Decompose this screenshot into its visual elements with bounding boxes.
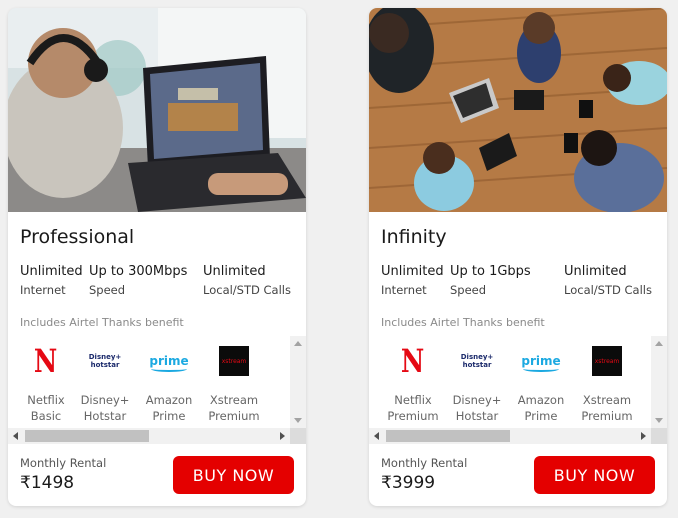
spec-label: Speed	[450, 283, 487, 297]
ott-name: Amazon Prime	[145, 393, 193, 423]
ott-item-hotstar[interactable]: Disney+ hotstar Disney+ Hotstar	[445, 336, 509, 428]
monthly-rental-label: Monthly Rental	[20, 456, 107, 470]
amazon-prime-icon: prime	[149, 346, 189, 376]
plan-image-gaming	[8, 8, 306, 212]
ott-name: Disney+ Hotstar	[80, 393, 130, 423]
disney-hotstar-icon: Disney+ hotstar	[460, 346, 494, 376]
prime-logo-text: prime	[521, 354, 561, 372]
ott-name: Amazon Prime	[517, 393, 565, 423]
plan-card-professional: Professional Unlimited Internet Up to 30…	[8, 8, 306, 506]
spec-label: Local/STD Calls	[203, 283, 291, 297]
scroll-right-arrow-icon[interactable]	[280, 432, 285, 440]
ott-list: N Netflix Premium Disney+ hotstar Disney…	[369, 336, 651, 428]
ott-name: Disney+ Hotstar	[452, 393, 502, 423]
buy-now-button[interactable]: BUY NOW	[534, 456, 655, 494]
spec-value: Up to 1Gbps	[450, 264, 531, 279]
scroll-down-arrow-icon[interactable]	[655, 418, 663, 423]
vertical-scrollbar[interactable]	[290, 336, 306, 428]
prime-logo-text: prime	[149, 354, 189, 372]
spec-speed: Up to 1Gbps Speed	[450, 264, 531, 297]
ott-item-xstream[interactable]: xstream Xstream Premium	[575, 336, 639, 428]
vertical-scrollbar[interactable]	[651, 336, 667, 428]
spec-calls: Unlimited Local/STD Calls	[564, 264, 652, 297]
xstream-logo-text: xstream	[221, 357, 247, 365]
ott-item-netflix[interactable]: N Netflix Premium	[381, 336, 445, 428]
horizontal-scrollbar[interactable]	[369, 428, 651, 444]
plan-title: Professional	[20, 226, 135, 248]
spec-value: Unlimited	[381, 264, 444, 279]
amazon-prime-icon: prime	[521, 346, 561, 376]
ott-item-prime[interactable]: prime Amazon Prime	[137, 336, 201, 428]
monthly-rental-label: Monthly Rental	[381, 456, 468, 470]
scroll-left-arrow-icon[interactable]	[13, 432, 18, 440]
buy-now-button[interactable]: BUY NOW	[173, 456, 294, 494]
ott-item-prime[interactable]: prime Amazon Prime	[509, 336, 573, 428]
ott-name: Netflix Premium	[387, 393, 439, 423]
ott-list: N Netflix Basic Disney+ hotstar Disney+ …	[8, 336, 290, 428]
netflix-icon: N	[398, 342, 428, 380]
spec-label: Local/STD Calls	[564, 283, 652, 297]
spec-label: Internet	[20, 283, 66, 297]
plan-card-infinity: Infinity Unlimited Internet Up to 1Gbps …	[369, 8, 667, 506]
disney-hotstar-icon: Disney+ hotstar	[88, 346, 122, 376]
spec-value: Unlimited	[20, 264, 83, 279]
spec-value: Up to 300Mbps	[89, 264, 188, 279]
ott-name: Netflix Basic	[27, 393, 65, 423]
spec-value: Unlimited	[203, 264, 266, 279]
spec-label: Speed	[89, 283, 126, 297]
netflix-logo-text: N	[401, 342, 425, 380]
airtel-thanks-text: Includes Airtel Thanks benefit	[381, 316, 545, 329]
netflix-icon: N	[31, 342, 61, 380]
plan-price: ₹3999	[381, 473, 436, 493]
hotstar-logo-text: Disney+ hotstar	[88, 353, 122, 369]
ott-item-hotstar[interactable]: Disney+ hotstar Disney+ Hotstar	[73, 336, 137, 428]
ott-name: Xstream Premium	[581, 393, 633, 423]
ott-name: Xstream Premium	[208, 393, 260, 423]
horizontal-scrollbar[interactable]	[8, 428, 290, 444]
xstream-icon: xstream	[592, 346, 622, 376]
plan-image-family	[369, 8, 667, 212]
scroll-up-arrow-icon[interactable]	[655, 341, 663, 346]
spec-value: Unlimited	[564, 264, 627, 279]
ott-benefits-scroller[interactable]: N Netflix Basic Disney+ hotstar Disney+ …	[8, 336, 306, 444]
spec-speed: Up to 300Mbps Speed	[89, 264, 187, 297]
spec-internet: Unlimited Internet	[381, 264, 444, 297]
ott-item-xstream[interactable]: xstream Xstream Premium	[202, 336, 266, 428]
scrollbar-thumb[interactable]	[386, 430, 510, 442]
scroll-up-arrow-icon[interactable]	[294, 341, 302, 346]
xstream-icon: xstream	[219, 346, 249, 376]
scrollbar-corner	[651, 428, 667, 444]
scrollbar-thumb[interactable]	[25, 430, 149, 442]
netflix-logo-text: N	[34, 342, 58, 380]
plan-price: ₹1498	[20, 473, 75, 493]
spec-calls: Unlimited Local/STD Calls	[203, 264, 291, 297]
scroll-down-arrow-icon[interactable]	[294, 418, 302, 423]
xstream-logo-text: xstream	[594, 357, 620, 365]
scroll-left-arrow-icon[interactable]	[374, 432, 379, 440]
scroll-right-arrow-icon[interactable]	[641, 432, 646, 440]
spec-label: Internet	[381, 283, 427, 297]
spec-internet: Unlimited Internet	[20, 264, 83, 297]
plan-title: Infinity	[381, 226, 447, 248]
scrollbar-corner	[290, 428, 306, 444]
airtel-thanks-text: Includes Airtel Thanks benefit	[20, 316, 184, 329]
ott-benefits-scroller[interactable]: N Netflix Premium Disney+ hotstar Disney…	[369, 336, 667, 444]
ott-item-netflix[interactable]: N Netflix Basic	[14, 336, 78, 428]
hotstar-logo-text: Disney+ hotstar	[460, 353, 494, 369]
